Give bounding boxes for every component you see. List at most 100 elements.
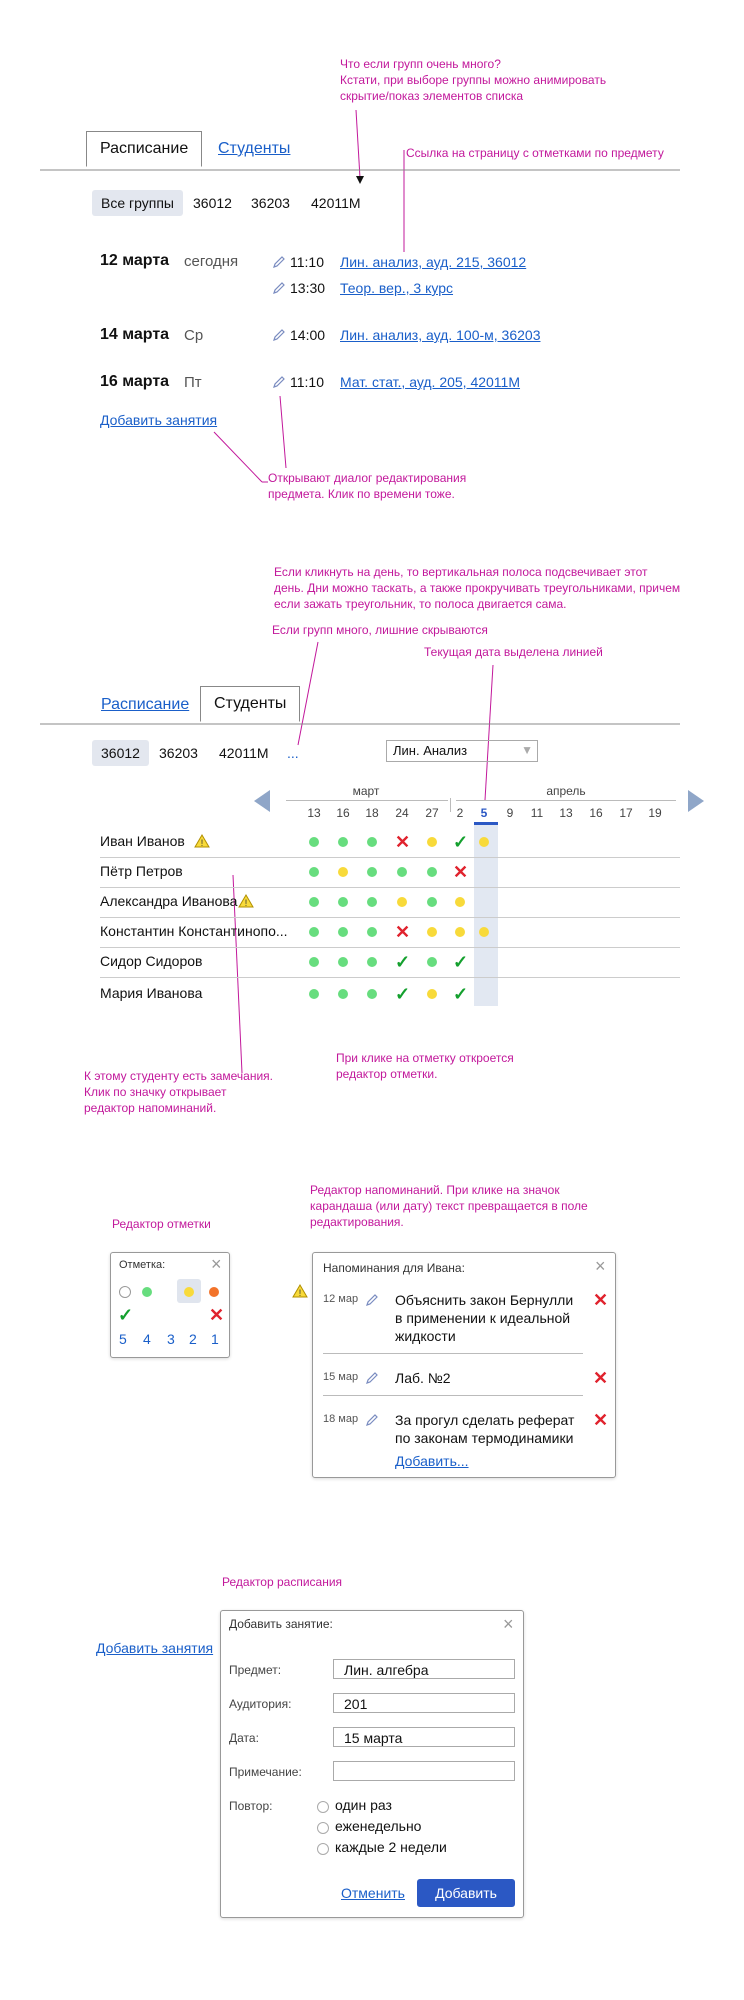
grade-5[interactable]: 5 xyxy=(119,1331,127,1347)
grade-4[interactable]: 4 xyxy=(143,1331,151,1347)
mark-dot[interactable] xyxy=(338,837,348,847)
mark-dot[interactable] xyxy=(367,957,377,967)
warning-icon[interactable]: ! xyxy=(238,894,254,908)
warning-icon[interactable]: ! xyxy=(292,1284,308,1298)
class-time[interactable]: 11:10 xyxy=(290,254,324,270)
mark-dot[interactable] xyxy=(427,837,437,847)
date-header[interactable]: 9 xyxy=(496,806,524,820)
mark-dot[interactable] xyxy=(367,989,377,999)
add-reminder-link[interactable]: Добавить... xyxy=(395,1453,469,1469)
mark-dot[interactable] xyxy=(367,867,377,877)
date-header[interactable]: 13 xyxy=(552,806,580,820)
group-chip-all[interactable]: Все группы xyxy=(92,190,183,216)
grade-3[interactable]: 3 xyxy=(167,1331,175,1347)
class-link[interactable]: Лин. анализ, ауд. 100-м, 36203 xyxy=(340,327,540,343)
group-chip-36012[interactable]: 36012 xyxy=(184,190,241,216)
date-header[interactable]: 17 xyxy=(612,806,640,820)
mark-dot[interactable] xyxy=(367,927,377,937)
group-chip-42011m[interactable]: 42011M xyxy=(210,740,278,766)
group-chip-36012[interactable]: 36012 xyxy=(92,740,149,766)
date-header[interactable]: 13 xyxy=(300,806,328,820)
tab-students[interactable]: Студенты xyxy=(200,686,301,722)
date-header[interactable]: 16 xyxy=(329,806,357,820)
repeat-once-label[interactable]: один раз xyxy=(335,1797,392,1813)
mark-dot[interactable] xyxy=(479,837,489,847)
class-time[interactable]: 13:30 xyxy=(290,280,325,296)
mark-dot[interactable] xyxy=(367,897,377,907)
group-chip-42011m[interactable]: 42011M xyxy=(302,190,370,216)
add-button[interactable]: Добавить xyxy=(417,1879,515,1907)
room-field[interactable]: 201 xyxy=(333,1693,515,1713)
delete-icon[interactable]: ✕ xyxy=(593,1291,608,1309)
repeat-biweekly-label[interactable]: каждые 2 недели xyxy=(335,1839,447,1855)
pencil-icon[interactable] xyxy=(272,375,286,389)
pencil-icon[interactable] xyxy=(365,1413,379,1427)
mark-yellow-option[interactable] xyxy=(184,1287,194,1297)
date-header[interactable]: 5 xyxy=(470,806,498,820)
mark-dot[interactable] xyxy=(309,897,319,907)
grade-1[interactable]: 1 xyxy=(211,1331,219,1347)
pencil-icon[interactable] xyxy=(272,255,286,269)
subject-field[interactable]: Лин. алгебра xyxy=(333,1659,515,1679)
class-time[interactable]: 11:10 xyxy=(290,374,324,390)
mark-dot[interactable] xyxy=(338,867,348,877)
mark-dot[interactable] xyxy=(309,957,319,967)
mark-dot[interactable] xyxy=(367,837,377,847)
mark-empty-option[interactable] xyxy=(119,1286,131,1298)
delete-icon[interactable]: ✕ xyxy=(593,1369,608,1387)
tab-students[interactable]: Студенты xyxy=(218,140,290,158)
class-link[interactable]: Мат. стат., ауд. 205, 42011M xyxy=(340,374,520,390)
close-icon[interactable]: × xyxy=(503,1615,514,1633)
more-groups-button[interactable]: ... xyxy=(278,740,308,766)
absent-icon[interactable]: ✕ xyxy=(453,863,468,881)
reminder-date[interactable]: 18 мар xyxy=(323,1413,358,1425)
scroll-right-icon[interactable] xyxy=(688,790,704,812)
cancel-button[interactable]: Отменить xyxy=(341,1885,405,1901)
group-chip-36203[interactable]: 36203 xyxy=(150,740,207,766)
date-header[interactable]: 27 xyxy=(418,806,446,820)
mark-dot[interactable] xyxy=(479,927,489,937)
delete-icon[interactable]: ✕ xyxy=(593,1411,608,1429)
mark-dot[interactable] xyxy=(338,989,348,999)
add-lesson-link[interactable]: Добавить занятия xyxy=(100,412,217,428)
tab-schedule[interactable]: Расписание xyxy=(86,131,203,167)
mark-orange-option[interactable] xyxy=(209,1287,219,1297)
date-header[interactable]: 18 xyxy=(358,806,386,820)
date-field[interactable]: 15 марта xyxy=(333,1727,515,1747)
mark-dot[interactable] xyxy=(427,989,437,999)
pencil-icon[interactable] xyxy=(272,281,286,295)
mark-dot[interactable] xyxy=(309,837,319,847)
repeat-biweekly-radio[interactable] xyxy=(317,1843,329,1855)
pencil-icon[interactable] xyxy=(365,1371,379,1385)
repeat-weekly-label[interactable]: еженедельно xyxy=(335,1818,421,1834)
absent-icon[interactable]: ✕ xyxy=(395,833,410,851)
mark-dot[interactable] xyxy=(338,897,348,907)
mark-dot[interactable] xyxy=(427,957,437,967)
class-link[interactable]: Теор. вер., 3 курс xyxy=(340,280,453,296)
mark-dot[interactable] xyxy=(427,927,437,937)
mark-dot[interactable] xyxy=(455,927,465,937)
mark-dot[interactable] xyxy=(338,927,348,937)
cross-icon[interactable]: ✕ xyxy=(209,1306,224,1324)
mark-dot[interactable] xyxy=(309,867,319,877)
checkmark-icon[interactable]: ✓ xyxy=(453,833,468,851)
pencil-icon[interactable] xyxy=(365,1293,379,1307)
close-icon[interactable]: × xyxy=(595,1257,606,1275)
mark-dot[interactable] xyxy=(338,957,348,967)
absent-icon[interactable]: ✕ xyxy=(395,923,410,941)
mark-dot[interactable] xyxy=(309,927,319,937)
reminder-date[interactable]: 12 мар xyxy=(323,1293,358,1305)
mark-dot[interactable] xyxy=(455,897,465,907)
class-link[interactable]: Лин. анализ, ауд. 215, 36012 xyxy=(340,254,526,270)
subject-select[interactable]: Лин. Анализ ▼ xyxy=(386,740,538,762)
scroll-left-icon[interactable] xyxy=(254,790,270,812)
checkmark-icon[interactable]: ✓ xyxy=(453,953,468,971)
date-header[interactable]: 16 xyxy=(582,806,610,820)
mark-dot[interactable] xyxy=(397,897,407,907)
mark-dot[interactable] xyxy=(397,867,407,877)
grade-2[interactable]: 2 xyxy=(189,1331,197,1347)
date-header[interactable]: 24 xyxy=(388,806,416,820)
group-chip-36203[interactable]: 36203 xyxy=(242,190,299,216)
note-field[interactable] xyxy=(333,1761,515,1781)
pencil-icon[interactable] xyxy=(272,328,286,342)
